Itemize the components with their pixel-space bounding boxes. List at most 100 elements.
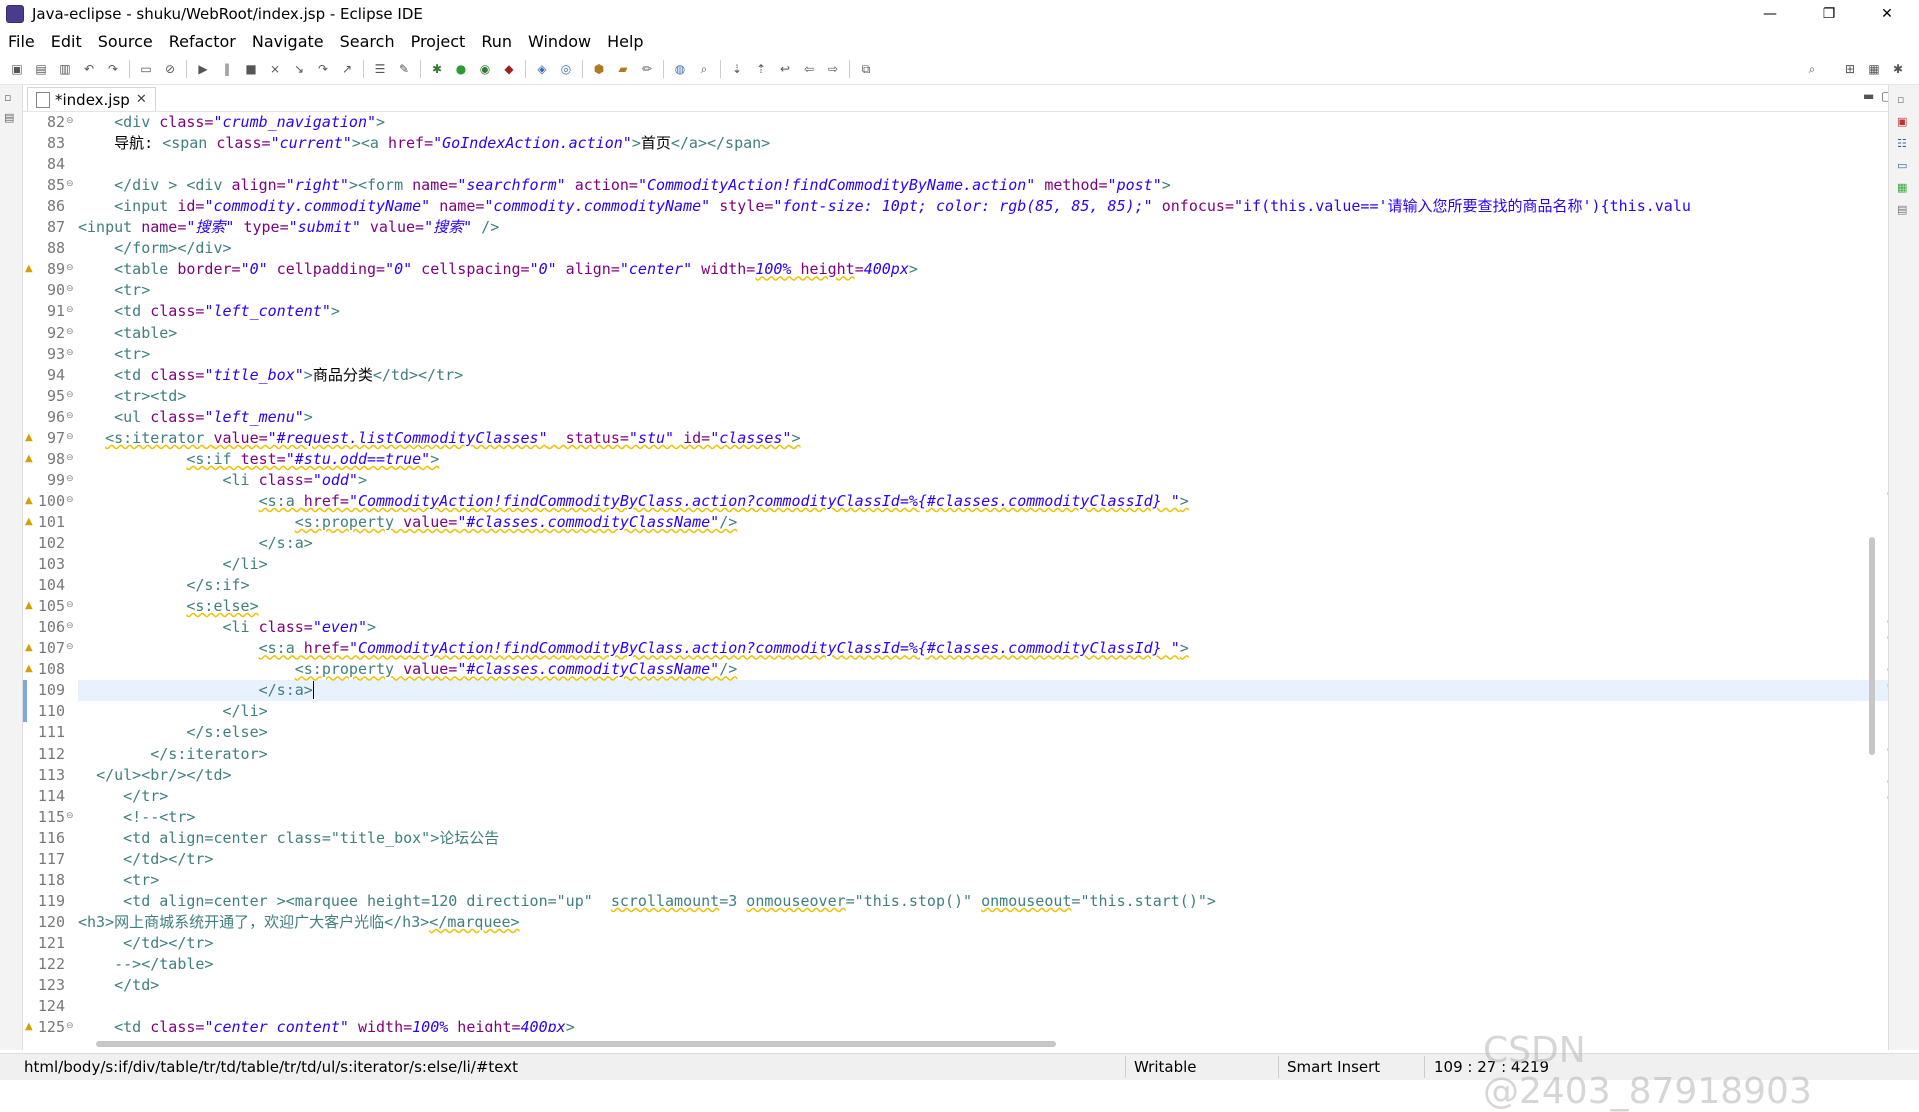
code-line[interactable]: </td></tr> [78, 849, 213, 870]
fold-toggle-icon[interactable]: ⊖ [66, 811, 74, 821]
code-line[interactable]: <td align=center ><marquee height=120 di… [78, 891, 1216, 912]
warning-icon[interactable]: ▲ [25, 453, 35, 464]
fold-toggle-icon[interactable]: ⊖ [66, 116, 74, 126]
menu-file[interactable]: File [0, 32, 43, 51]
warning-icon[interactable]: ▲ [25, 642, 35, 653]
code-line[interactable]: </li> [78, 554, 268, 575]
code-line[interactable]: </s:iterator> [78, 744, 267, 765]
step-return-icon[interactable]: ↗ [338, 60, 356, 78]
warning-icon[interactable]: ▲ [25, 263, 35, 274]
open-perspective-icon[interactable]: ⊞ [1841, 60, 1859, 78]
warning-icon[interactable]: ▲ [25, 495, 35, 506]
close-window-button[interactable]: ✕ [1864, 0, 1910, 28]
open-console-icon[interactable]: ☰ [371, 60, 389, 78]
skip-breakpoints-icon[interactable]: ⊘ [161, 60, 179, 78]
resume-icon[interactable]: ▶ [194, 60, 212, 78]
warning-icon[interactable]: ▲ [25, 516, 35, 527]
next-annotation-icon[interactable]: ⇣ [728, 60, 746, 78]
code-line[interactable]: <td align=center class="title_box">论坛公告 [78, 828, 499, 849]
redo-icon[interactable]: ↷ [104, 60, 122, 78]
code-line[interactable]: <tr> [78, 280, 150, 301]
code-line[interactable]: </td></tr> [78, 933, 213, 954]
tab-index-jsp[interactable]: *index.jsp ✕ [27, 87, 156, 111]
code-line[interactable]: <s:a href="CommodityAction!findCommodity… [78, 491, 1189, 512]
terminate-icon[interactable]: ■ [242, 60, 260, 78]
external-tools-icon[interactable]: ◆ [500, 60, 518, 78]
code-line[interactable]: 导航: <span class="current"><a href="GoInd… [78, 133, 770, 154]
code-line[interactable]: <li class="odd"> [78, 470, 368, 491]
horizontal-scrollbar-thumb[interactable] [96, 1041, 1056, 1047]
package-explorer-icon[interactable]: ▤ [4, 111, 18, 125]
last-edit-icon[interactable]: ↩ [776, 60, 794, 78]
fold-toggle-icon[interactable]: ⊖ [66, 263, 74, 273]
code-line[interactable]: </s:a> [78, 680, 314, 701]
code-line[interactable]: </s:a> [78, 533, 313, 554]
coverage-icon[interactable]: ◉ [476, 60, 494, 78]
fold-toggle-icon[interactable]: ⊖ [66, 305, 74, 315]
warning-icon[interactable]: ▲ [25, 1021, 35, 1032]
menu-project[interactable]: Project [403, 32, 474, 51]
restore-icon[interactable]: ▫ [4, 91, 18, 105]
code-line[interactable]: <s:else> [78, 596, 258, 617]
code-line[interactable]: <tr> [78, 870, 159, 891]
back-icon[interactable]: ⇦ [800, 60, 818, 78]
java-ee-perspective-icon[interactable]: ▦ [1865, 60, 1883, 78]
prev-annotation-icon[interactable]: ⇡ [752, 60, 770, 78]
code-line[interactable]: <ul class="left_menu"> [78, 407, 313, 428]
code-line[interactable]: <div class="crumb_navigation"> [78, 112, 385, 133]
fold-toggle-icon[interactable]: ⊖ [66, 327, 74, 337]
console-icon[interactable]: ▭ [1897, 159, 1911, 173]
code-line[interactable]: <tr><td> [78, 386, 186, 407]
code-line[interactable]: <tr> [78, 344, 150, 365]
terminal-icon[interactable]: ▭ [137, 60, 155, 78]
code-line[interactable]: </td> [78, 975, 159, 996]
code-line[interactable]: </s:if> [78, 575, 249, 596]
warning-icon[interactable]: ▲ [25, 600, 35, 611]
suspend-icon[interactable]: ‖ [218, 60, 236, 78]
fold-toggle-icon[interactable]: ⊖ [66, 390, 74, 400]
menu-search[interactable]: Search [332, 32, 403, 51]
code-line[interactable]: <td class="title_box">商品分类</td></tr> [78, 365, 463, 386]
undo-icon[interactable]: ↶ [80, 60, 98, 78]
menu-run[interactable]: Run [473, 32, 520, 51]
save-all-icon[interactable]: ▥ [56, 60, 74, 78]
forward-icon[interactable]: ⇨ [824, 60, 842, 78]
new-java-project-icon[interactable]: ◈ [533, 60, 551, 78]
fold-toggle-icon[interactable]: ⊖ [66, 432, 74, 442]
fold-toggle-icon[interactable]: ⊖ [66, 1021, 74, 1031]
code-text-area[interactable]: <div class="crumb_navigation"> 导航: <span… [78, 112, 1888, 1032]
fold-toggle-icon[interactable]: ⊖ [66, 474, 74, 484]
search-icon[interactable]: ⌕ [1803, 60, 1821, 78]
code-line[interactable]: <s:if test="#stu.odd==true"> [78, 449, 439, 470]
save-icon[interactable]: ▤ [32, 60, 50, 78]
open-type-icon[interactable]: ⬢ [590, 60, 608, 78]
debug-perspective-icon[interactable]: ✱ [1889, 60, 1907, 78]
close-icon[interactable]: ✕ [136, 92, 147, 107]
fold-toggle-icon[interactable]: ⊖ [66, 642, 74, 652]
restore-icon[interactable]: ▫ [1897, 93, 1911, 107]
code-line[interactable]: <h3>网上商城系统开通了，欢迎广大客户光临</h3></marquee> [78, 912, 520, 933]
debug-icon[interactable]: ✱ [428, 60, 446, 78]
menu-navigate[interactable]: Navigate [244, 32, 332, 51]
code-line[interactable]: <s:iterator value="#request.listCommodit… [78, 428, 800, 449]
code-line[interactable]: <!--<tr> [78, 807, 195, 828]
code-line[interactable]: <li class="even"> [78, 617, 377, 638]
code-line[interactable]: <table> [78, 323, 177, 344]
code-line[interactable]: --></table> [78, 954, 213, 975]
vertical-scrollbar-thumb[interactable] [1869, 537, 1875, 755]
menu-help[interactable]: Help [599, 32, 651, 51]
fold-toggle-icon[interactable]: ⊖ [66, 179, 74, 189]
code-line[interactable]: <s:property value="#classes.commodityCla… [78, 659, 738, 680]
minimize-button[interactable]: — [1747, 0, 1793, 28]
code-editor[interactable]: 82 ⊖ 83 84 85 ⊖ 86 87 88 89 ⊖ ▲ 90 ⊖ 91 ⊖ 92 ⊖ 93 ⊖ 94 95 ⊖ 96 ⊖… [23, 112, 1889, 1032]
servers-icon[interactable]: ▦ [1897, 181, 1911, 195]
fold-toggle-icon[interactable]: ⊖ [66, 284, 74, 294]
restore-button[interactable]: ❐ [1806, 0, 1852, 28]
code-line[interactable]: </s:else> [78, 722, 267, 743]
properties-icon[interactable]: ▤ [1897, 203, 1911, 217]
new-icon[interactable]: ▣ [8, 60, 26, 78]
pen-icon[interactable]: ✏ [638, 60, 656, 78]
globe-icon[interactable]: ◍ [671, 60, 689, 78]
code-line[interactable]: <input id="commodity.commodityName" name… [78, 196, 1691, 217]
step-over-icon[interactable]: ↷ [314, 60, 332, 78]
